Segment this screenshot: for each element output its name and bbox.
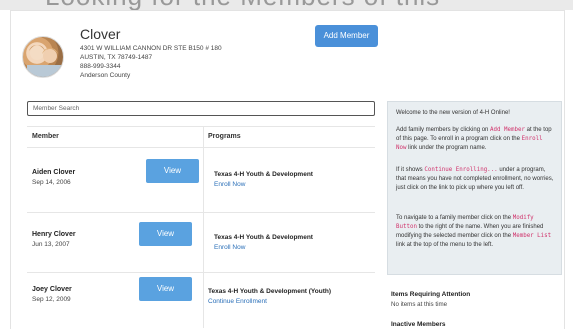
attention-title: Items Requiring Attention [391,291,471,298]
table-divider [27,212,375,213]
continue-enrollment-link[interactable]: Continue Enrollment [208,298,267,305]
enroll-now-link[interactable]: Enroll Now [214,244,245,251]
welcome-paragraph-1: Add family members by clicking on Add Me… [396,127,552,151]
view-button[interactable]: View [139,277,192,301]
member-name: Henry Clover [32,231,76,238]
table-divider [27,272,375,273]
phone-number: 888-999-3344 [80,63,121,70]
member-name: Joey Clover [32,286,72,293]
program-name: Texas 4-H Youth & Development [214,234,313,241]
enroll-now-link[interactable]: Enroll Now [214,181,245,188]
county: Anderson County [80,72,131,79]
welcome-title: Welcome to the new version of 4-H Online… [396,110,510,116]
column-divider [203,126,204,328]
programs-column-header: Programs [208,133,241,140]
welcome-panel: Welcome to the new version of 4-H Online… [387,101,562,275]
program-name: Texas 4-H Youth & Development [214,171,313,178]
member-search-input[interactable]: Member Search [27,101,375,116]
table-divider [27,147,375,148]
top-banner-text: Looking for the Members of this [45,0,440,10]
top-banner: Looking for the Members of this [0,0,573,10]
family-name: Clover [80,26,121,42]
add-member-button[interactable]: Add Member [315,25,378,47]
attention-text: No items at this time [391,301,448,308]
member-dob: Sep 14, 2006 [32,179,71,186]
program-name: Texas 4-H Youth & Development (Youth) [208,288,332,295]
view-button[interactable]: View [146,159,199,183]
member-dob: Sep 12, 2009 [32,296,71,303]
member-column-header: Member [32,133,59,140]
address-line-1: 4301 W WILLIAM CANNON DR STE B150 # 180 [80,45,222,52]
table-divider [27,126,375,127]
inactive-members-title: Inactive Members [391,321,446,328]
address-line-2: AUSTIN, TX 78749-1487 [80,54,153,61]
family-photo-icon [27,45,61,77]
member-dob: Jun 13, 2007 [32,241,70,248]
family-avatar [22,36,64,78]
view-button[interactable]: View [139,222,192,246]
welcome-paragraph-3: To navigate to a family member click on … [396,215,552,248]
member-name: Aiden Clover [32,169,76,176]
welcome-paragraph-2: If it shows Continue Enrolling... under … [396,167,554,191]
